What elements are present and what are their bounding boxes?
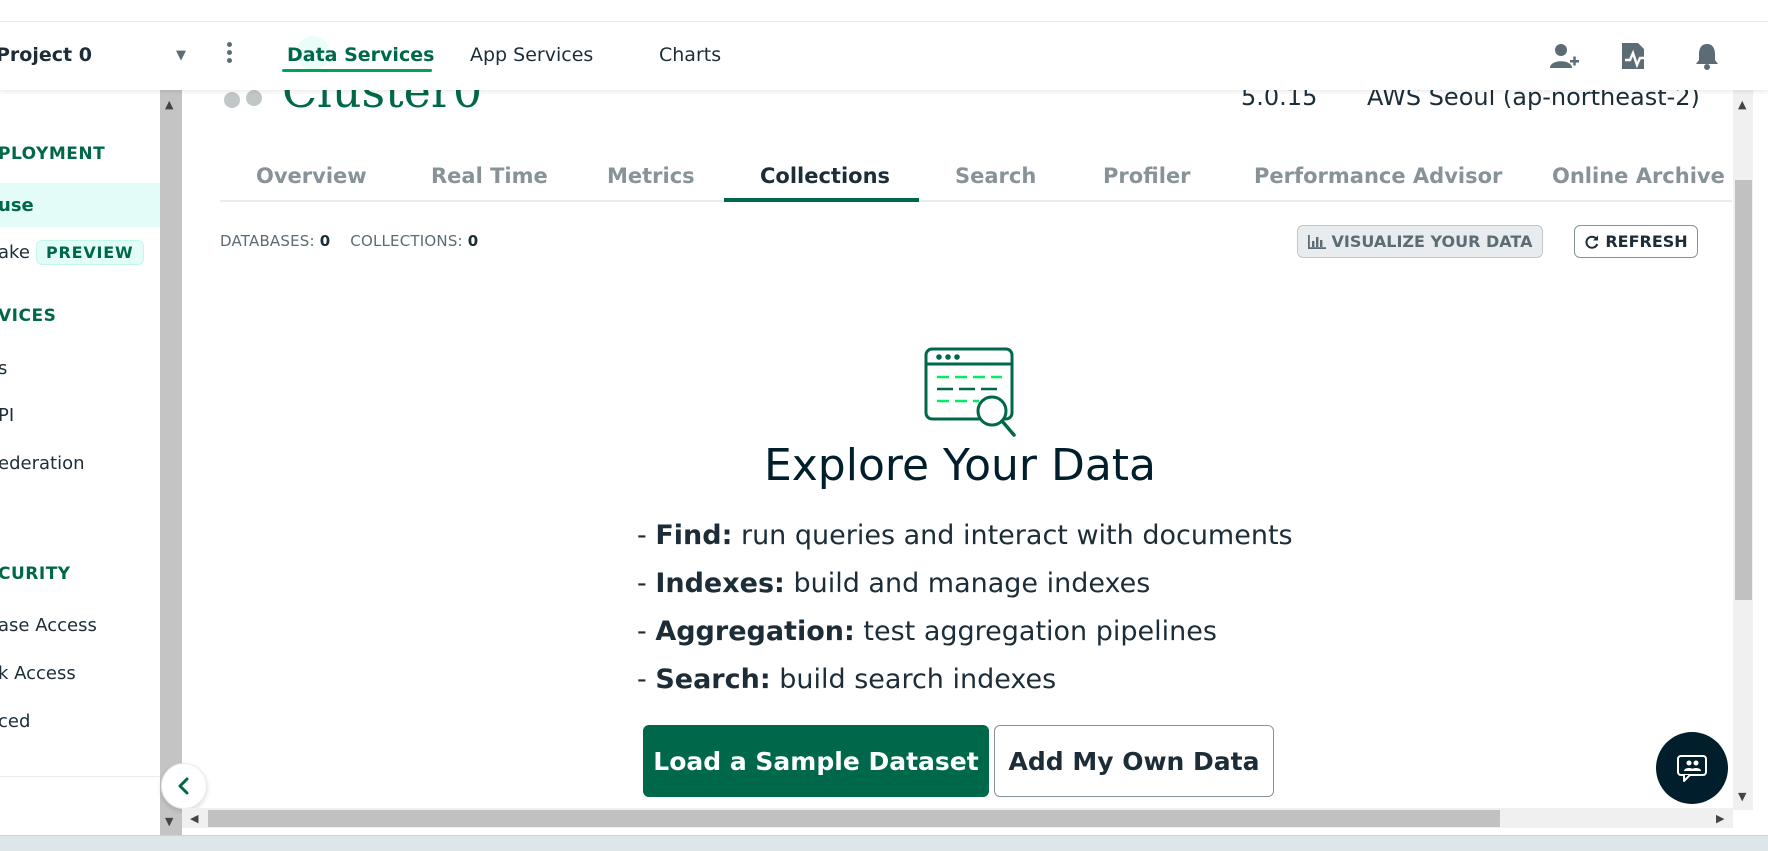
nav-active-underline xyxy=(282,69,432,72)
horizontal-scroll-thumb[interactable] xyxy=(208,810,1500,827)
feature-list: - Find: run queries and interact with do… xyxy=(637,520,1293,712)
load-sample-dataset-button[interactable]: Load a Sample Dataset xyxy=(643,725,989,797)
tab-overview[interactable]: Overview xyxy=(256,164,367,188)
feature-name: Aggregation: xyxy=(655,616,855,647)
bar-chart-icon xyxy=(1307,234,1326,249)
visualize-data-button[interactable]: VISUALIZE YOUR DATA xyxy=(1297,225,1543,258)
sidebar-section-services: VICES xyxy=(0,306,57,326)
sidebar-divider xyxy=(0,776,160,777)
nav-data-services[interactable]: Data Services xyxy=(287,44,434,66)
scroll-down-icon[interactable]: ▼ xyxy=(1738,790,1746,803)
tab-metrics[interactable]: Metrics xyxy=(607,164,695,188)
chevron-left-icon xyxy=(178,777,189,795)
feature-search: - Search: build search indexes xyxy=(637,664,1057,695)
databases-label: DATABASES: xyxy=(220,232,315,250)
sidebar-collapse-button[interactable] xyxy=(161,763,207,809)
sidebar-item-data-api[interactable]: PI xyxy=(0,405,14,426)
nav-charts[interactable]: Charts xyxy=(659,44,721,66)
tab-profiler[interactable]: Profiler xyxy=(1103,164,1191,188)
project-selector[interactable]: Project 0 xyxy=(0,44,92,66)
visualize-data-label: VISUALIZE YOUR DATA xyxy=(1331,232,1533,251)
tab-collections[interactable]: Collections xyxy=(760,164,890,188)
tabs-divider xyxy=(220,200,1732,202)
tab-online-archive[interactable]: Online Archive xyxy=(1552,164,1725,188)
scroll-right-icon[interactable]: ▶ xyxy=(1716,812,1724,825)
feature-name: Search: xyxy=(655,664,771,695)
chat-support-button[interactable] xyxy=(1656,732,1728,804)
add-my-own-data-button[interactable]: Add My Own Data xyxy=(994,725,1274,797)
sidebar-section-deployment: PLOYMENT xyxy=(0,144,106,164)
sidebar-section-security: CURITY xyxy=(0,564,71,584)
tab-performance-advisor[interactable]: Performance Advisor xyxy=(1254,164,1502,188)
feature-indexes: - Indexes: build and manage indexes xyxy=(637,568,1151,599)
feature-desc: build search indexes xyxy=(779,664,1057,695)
sidebar-item-advanced[interactable]: ced xyxy=(0,711,30,732)
kebab-menu-icon[interactable] xyxy=(224,40,234,70)
refresh-label: REFRESH xyxy=(1605,232,1688,251)
chevron-down-icon[interactable]: ▼ xyxy=(176,48,186,63)
refresh-button[interactable]: REFRESH xyxy=(1574,225,1698,258)
feature-name: Find: xyxy=(655,520,733,551)
sidebar-item-database[interactable]: use xyxy=(0,195,34,216)
feature-find: - Find: run queries and interact with do… xyxy=(637,520,1293,551)
activity-feed-icon[interactable] xyxy=(1618,40,1648,72)
sidebar-item-network-access[interactable]: k Access xyxy=(0,663,76,684)
scroll-left-icon[interactable]: ◀ xyxy=(190,812,198,825)
explore-title: Explore Your Data xyxy=(763,440,1157,491)
sidebar-item-database-access[interactable]: ase Access xyxy=(0,615,97,636)
preview-badge: PREVIEW xyxy=(36,240,144,265)
browser-top-strip xyxy=(0,0,1768,22)
refresh-icon xyxy=(1585,235,1599,249)
tab-active-underline xyxy=(724,198,919,202)
vertical-scroll-thumb[interactable] xyxy=(1735,180,1752,600)
collections-label: COLLECTIONS: xyxy=(350,232,463,250)
nav-app-services[interactable]: App Services xyxy=(470,44,593,66)
tab-search[interactable]: Search xyxy=(955,164,1036,188)
top-header: Project 0 ▼ Data Services App Services C… xyxy=(0,22,1768,90)
sidebar-scroll-up-icon[interactable]: ▲ xyxy=(165,98,173,111)
feature-aggregation: - Aggregation: test aggregation pipeline… xyxy=(637,616,1217,647)
sidebar-scroll-down-icon[interactable]: ▼ xyxy=(165,815,173,828)
feature-desc: build and manage indexes xyxy=(793,568,1151,599)
invite-user-icon[interactable] xyxy=(1549,40,1579,72)
feature-desc: run queries and interact with documents xyxy=(740,520,1293,551)
scroll-up-icon[interactable]: ▲ xyxy=(1738,98,1746,111)
sidebar-item-data-lake[interactable]: ake xyxy=(0,242,30,263)
database-collection-counts: DATABASES: 0 COLLECTIONS: 0 xyxy=(220,232,478,250)
chat-icon xyxy=(1677,755,1707,782)
sidebar-item-triggers[interactable]: s xyxy=(0,358,7,379)
databases-count: 0 xyxy=(319,232,331,250)
page: Project 0 ▼ Data Services App Services C… xyxy=(0,0,1768,851)
bell-icon[interactable] xyxy=(1692,40,1722,72)
tab-real-time[interactable]: Real Time xyxy=(431,164,548,188)
feature-name: Indexes: xyxy=(655,568,785,599)
os-taskbar xyxy=(0,835,1768,851)
feature-desc: test aggregation pipelines xyxy=(863,616,1217,647)
collections-count: 0 xyxy=(467,232,479,250)
explore-data-icon xyxy=(924,347,1016,437)
